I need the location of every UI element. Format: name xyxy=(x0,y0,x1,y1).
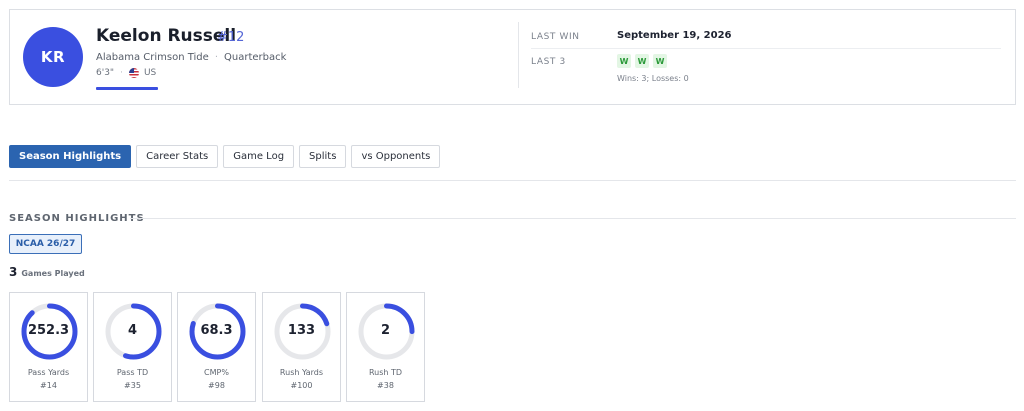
last-win-date: September 19, 2026 xyxy=(617,30,732,41)
record-text: Wins: 3; Losses: 0 xyxy=(617,74,689,83)
stat-rank: #100 xyxy=(290,381,313,390)
stat-value: 68.3 xyxy=(200,323,233,338)
separator-dot: · xyxy=(214,52,218,63)
stat-label: Pass Yards xyxy=(27,368,70,377)
section-divider xyxy=(130,218,1016,219)
player-number: #12 xyxy=(217,30,245,45)
stat-label: Rush Yards xyxy=(279,368,324,377)
stat-value: 133 xyxy=(287,323,316,338)
section-title: SEASON HIGHLIGHTS xyxy=(9,213,145,224)
tab-season-highlights[interactable]: Season Highlights xyxy=(9,145,132,168)
stat-rank: #38 xyxy=(377,381,394,390)
stat-label: Rush TD xyxy=(368,368,403,377)
player-name: Keelon Russell xyxy=(96,26,237,46)
tab-career-stats[interactable]: Career Stats xyxy=(136,145,219,168)
stat-rank: #35 xyxy=(124,381,141,390)
last-win-label: LAST WIN xyxy=(531,32,580,42)
stat-value: 252.3 xyxy=(27,323,70,338)
player-meta-line: 6'3" · US xyxy=(96,68,156,78)
summary-divider-line xyxy=(531,48,1001,49)
player-position: Quarterback xyxy=(224,52,287,63)
result-badge-win: W xyxy=(635,54,649,68)
stat-rank: #98 xyxy=(208,381,225,390)
stat-card-pass-td: 4 Pass TD #35 xyxy=(93,292,172,402)
games-played-count: 3 xyxy=(9,265,18,279)
player-country: US xyxy=(143,68,157,78)
us-flag-icon xyxy=(128,68,139,78)
stat-value: 4 xyxy=(127,323,138,338)
player-height: 6'3" xyxy=(96,68,115,78)
games-played-line: 3 Games Played xyxy=(9,265,85,279)
last-3-label: LAST 3 xyxy=(531,57,566,67)
games-played-label: Games Played xyxy=(21,269,85,278)
team-name: Alabama Crimson Tide xyxy=(96,52,209,63)
summary-divider xyxy=(518,22,519,88)
result-badge-win: W xyxy=(617,54,631,68)
stat-value: 2 xyxy=(380,323,391,338)
tab-splits[interactable]: Splits xyxy=(299,145,347,168)
stats-tabs: Season Highlights Career Stats Game Log … xyxy=(9,145,441,168)
stat-label: Pass TD xyxy=(116,368,149,377)
separator-dot: · xyxy=(120,68,123,78)
stat-card-cmp-pct: 68.3 CMP% #98 xyxy=(177,292,256,402)
stat-card-rush-td: 2 Rush TD #38 xyxy=(346,292,425,402)
name-underline xyxy=(96,87,158,90)
team-position-line: Alabama Crimson Tide · Quarterback xyxy=(96,52,286,63)
last-3-results: W W W xyxy=(617,54,667,68)
tab-game-log[interactable]: Game Log xyxy=(223,145,295,168)
tab-vs-opponents[interactable]: vs Opponents xyxy=(351,145,441,168)
tabs-divider xyxy=(9,180,1016,181)
stat-card-rush-yards: 133 Rush Yards #100 xyxy=(262,292,341,402)
stat-rank: #14 xyxy=(40,381,57,390)
season-selector-chip[interactable]: NCAA 26/27 xyxy=(9,234,82,254)
stat-label: CMP% xyxy=(204,368,229,377)
player-profile-card: KR Keelon Russell #12 Alabama Crimson Ti… xyxy=(9,9,1016,105)
avatar: KR xyxy=(23,27,83,87)
result-badge-win: W xyxy=(653,54,667,68)
stat-card-pass-yards: 252.3 Pass Yards #14 xyxy=(9,292,88,402)
